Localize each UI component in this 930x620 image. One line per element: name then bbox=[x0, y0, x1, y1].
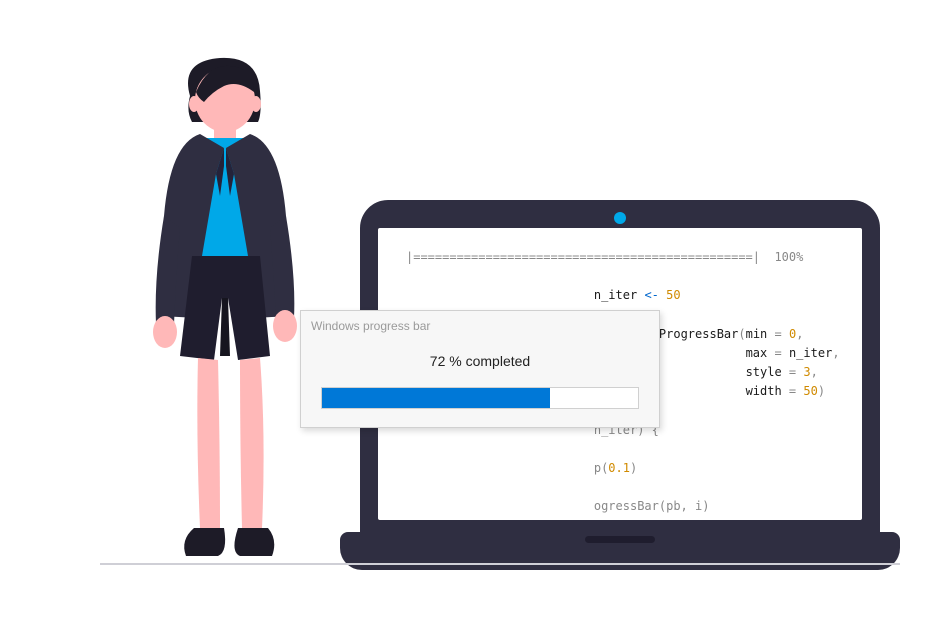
progress-track bbox=[321, 387, 639, 409]
laptop-camera-icon bbox=[614, 212, 626, 224]
illustration-scene: |=======================================… bbox=[0, 0, 930, 620]
ground-line bbox=[100, 563, 900, 565]
progress-dialog-body: 72 % completed bbox=[301, 337, 659, 427]
progress-label: 72 % completed bbox=[321, 353, 639, 369]
code-progress-line: |=======================================… bbox=[406, 250, 803, 264]
code-arrow: <- bbox=[644, 288, 658, 302]
progress-dialog-title: Windows progress bar bbox=[301, 311, 659, 337]
code-num-50: 50 bbox=[666, 288, 680, 302]
progress-fill bbox=[322, 388, 550, 408]
person-illustration bbox=[120, 56, 330, 576]
progress-dialog: Windows progress bar 72 % completed bbox=[300, 310, 660, 428]
code-var-niter: n_iter bbox=[594, 288, 637, 302]
person-svg bbox=[120, 56, 330, 576]
code-sleep-val: 0.1 bbox=[608, 461, 630, 475]
code-setprogress-tail: ogressBar(pb, i) bbox=[594, 499, 710, 513]
